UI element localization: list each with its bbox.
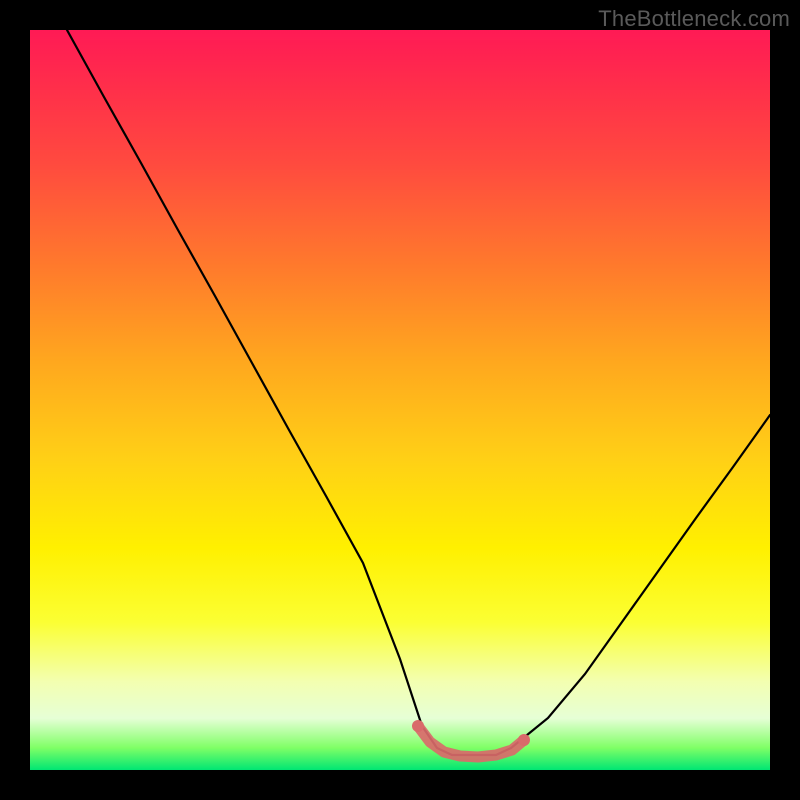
watermark-text: TheBottleneck.com <box>598 6 790 32</box>
basin-start-dot <box>412 720 424 732</box>
curve-layer <box>30 30 770 770</box>
chart-stage: TheBottleneck.com <box>0 0 800 800</box>
bottleneck-curve <box>67 30 770 755</box>
basin-highlight <box>418 726 524 757</box>
basin-end-dot <box>518 734 530 746</box>
plot-area <box>30 30 770 770</box>
